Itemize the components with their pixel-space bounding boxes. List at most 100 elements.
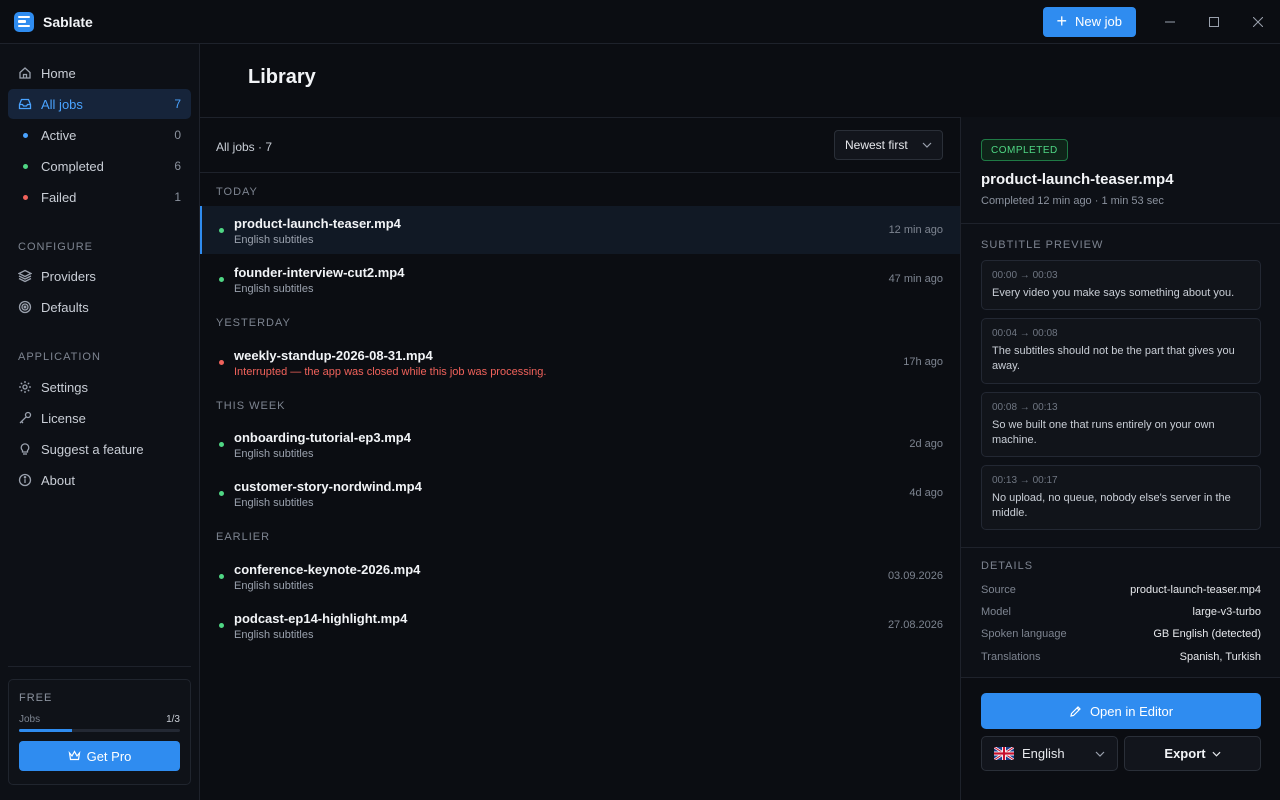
list-divider — [200, 172, 960, 173]
plus-icon: + — [1056, 10, 1068, 31]
status-dot-icon — [219, 442, 224, 447]
job-row[interactable]: customer-story-nordwind.mp4 English subt… — [200, 469, 960, 517]
cue-time: 00:08 → 00:13 — [992, 402, 1058, 413]
detail-divider — [961, 223, 1280, 224]
job-subtitle: English subtitles — [234, 497, 314, 509]
sidebar-item-label: Providers — [41, 268, 96, 284]
job-name: onboarding-tutorial-ep3.mp4 — [234, 430, 411, 445]
group-label-yesterday: YESTERDAY — [216, 317, 291, 329]
sidebar-item-about[interactable]: About — [8, 465, 191, 495]
status-dot-icon — [219, 277, 224, 282]
detail-value: Spanish, Turkish — [1179, 651, 1261, 663]
sidebar-item-all-jobs[interactable]: All jobs 7 — [8, 89, 191, 119]
sidebar-item-label: Completed — [41, 158, 104, 174]
export-label: Export — [1164, 746, 1206, 761]
gear-icon — [18, 380, 32, 394]
maximize-button[interactable] — [1192, 0, 1236, 44]
minimize-icon — [1165, 21, 1175, 22]
sidebar: Home All jobs 7 Active 0 Completed 6 Fai… — [0, 44, 200, 800]
job-row[interactable]: onboarding-tutorial-ep3.mp4 English subt… — [200, 420, 960, 468]
subtitle-cue: 00:08 → 00:13 So we built one that runs … — [981, 392, 1261, 457]
job-row[interactable]: founder-interview-cut2.mp4 English subti… — [200, 255, 960, 303]
new-job-button[interactable]: + New job — [1042, 6, 1136, 37]
language-dropdown[interactable]: English — [981, 736, 1118, 771]
sidebar-item-label: License — [41, 410, 86, 426]
minimize-button[interactable] — [1148, 0, 1192, 44]
details-label: DETAILS — [981, 560, 1034, 572]
sidebar-item-failed[interactable]: Failed 1 — [8, 182, 191, 212]
sidebar-item-defaults[interactable]: Defaults — [8, 292, 191, 322]
job-row[interactable]: weekly-standup-2026-08-31.mp4 Interrupte… — [200, 338, 960, 386]
job-row[interactable]: podcast-ep14-highlight.mp4 English subti… — [200, 601, 960, 649]
job-subtitle: English subtitles — [234, 629, 314, 641]
sidebar-item-settings[interactable]: Settings — [8, 372, 191, 402]
detail-key: Translations — [981, 651, 1041, 663]
job-name: conference-keynote-2026.mp4 — [234, 562, 421, 577]
sidebar-item-label: Home — [41, 65, 76, 81]
sidebar-item-providers[interactable]: Providers — [8, 261, 191, 291]
subtitle-cue: 00:04 → 00:08 The subtitles should not b… — [981, 318, 1261, 384]
job-time: 27.08.2026 — [887, 619, 943, 631]
group-label-this-week: THIS WEEK — [216, 400, 286, 412]
job-subtitle: English subtitles — [234, 283, 314, 295]
job-time: 12 min ago — [888, 224, 943, 236]
app-name: Sablate — [43, 13, 93, 30]
inbox-icon — [18, 97, 32, 111]
home-icon — [18, 66, 32, 80]
app-logo-icon — [14, 11, 34, 32]
detail-row-spoken-language: Spoken language GB English (detected) — [981, 628, 1261, 640]
pencil-icon — [1070, 705, 1081, 717]
sidebar-item-suggest-feature[interactable]: Suggest a feature — [8, 434, 191, 464]
status-badge: COMPLETED — [981, 139, 1068, 161]
sidebar-item-active[interactable]: Active 0 — [8, 120, 191, 150]
job-time: 47 min ago — [888, 273, 943, 285]
job-row[interactable]: product-launch-teaser.mp4 English subtit… — [200, 206, 960, 254]
job-time: 17h ago — [903, 356, 943, 368]
detail-key: Model — [981, 606, 1011, 618]
open-in-editor-button[interactable]: Open in Editor — [981, 693, 1261, 729]
job-row[interactable]: conference-keynote-2026.mp4 English subt… — [200, 552, 960, 600]
chevron-down-icon — [1095, 751, 1105, 757]
status-dot-icon — [18, 128, 32, 142]
title-bar: Sablate + New job — [0, 0, 1280, 44]
new-job-label: New job — [1075, 14, 1122, 29]
usage-progress-fill — [19, 729, 73, 732]
sidebar-item-completed[interactable]: Completed 6 — [8, 151, 191, 181]
job-subtitle: English subtitles — [234, 448, 314, 460]
main-panel: Library All jobs · 7 Newest first TODAY … — [200, 44, 1280, 800]
language-label: English — [1022, 746, 1065, 761]
sort-dropdown[interactable]: Newest first — [834, 130, 943, 160]
job-subtitle: English subtitles — [234, 580, 314, 592]
plan-name: FREE — [19, 692, 53, 704]
close-button[interactable] — [1236, 0, 1280, 44]
detail-key: Spoken language — [981, 628, 1067, 640]
uk-flag-icon — [994, 747, 1014, 760]
target-icon — [18, 300, 32, 314]
job-name: weekly-standup-2026-08-31.mp4 — [234, 348, 433, 363]
job-name: product-launch-teaser.mp4 — [234, 216, 401, 231]
job-time: 2d ago — [909, 438, 943, 450]
usage-label: Jobs — [19, 714, 41, 725]
sidebar-item-count: 1 — [174, 190, 181, 204]
app-window: Sablate + New job Home All jobs 7 Active… — [0, 0, 1280, 800]
cue-time: 00:13 → 00:17 — [992, 475, 1058, 486]
cue-time: 00:00 → 00:03 — [992, 270, 1058, 281]
job-name: podcast-ep14-highlight.mp4 — [234, 611, 408, 626]
detail-value: GB English (detected) — [1153, 628, 1261, 640]
get-pro-button[interactable]: Get Pro — [19, 741, 180, 771]
status-dot-icon — [18, 190, 32, 204]
sidebar-item-count: 0 — [174, 128, 181, 142]
job-subtitle: English subtitles — [234, 234, 314, 246]
crown-icon — [68, 750, 81, 761]
page-title: Library — [248, 66, 316, 88]
sidebar-item-home[interactable]: Home — [8, 58, 191, 88]
detail-row-model: Model large-v3-turbo — [981, 606, 1261, 618]
sidebar-item-label: Settings — [41, 379, 88, 395]
export-button[interactable]: Export — [1124, 736, 1261, 771]
status-dot-icon — [219, 574, 224, 579]
sidebar-item-label: About — [41, 472, 75, 488]
sidebar-item-license[interactable]: License — [8, 403, 191, 433]
job-time: 4d ago — [909, 487, 943, 499]
group-label-earlier: EARLIER — [216, 531, 271, 543]
list-header: All jobs · 7 — [216, 140, 273, 154]
